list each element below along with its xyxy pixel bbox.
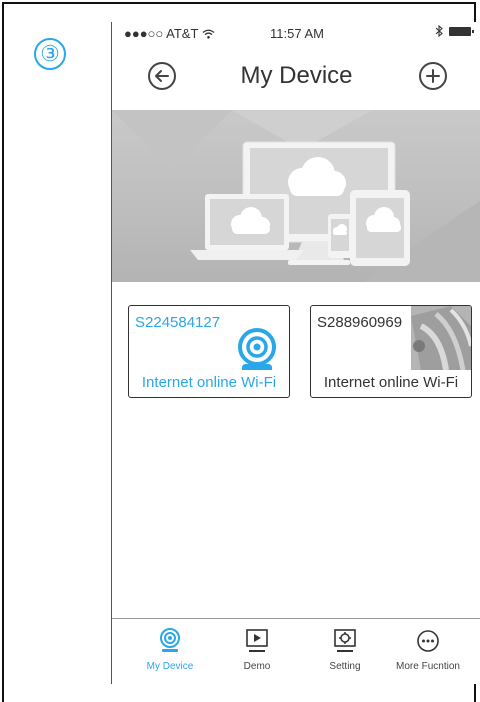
status-bar-left: ●●●○○ AT&T xyxy=(124,26,215,41)
tab-label: More Fucntion xyxy=(396,661,460,672)
tab-bar: My Device Demo Setting More Fucntion xyxy=(112,618,480,684)
camera-icon xyxy=(238,328,276,370)
tab-more-function[interactable]: More Fucntion xyxy=(383,627,473,672)
add-device-button[interactable] xyxy=(419,62,447,90)
cloud-devices-banner xyxy=(112,110,480,282)
device-status: Internet online Wi-Fi xyxy=(323,374,459,391)
tab-label: Demo xyxy=(243,661,271,672)
tab-label: My Device xyxy=(146,661,194,672)
cloud-devices-illustration xyxy=(112,110,480,282)
device-card[interactable]: S288960969 Internet online Wi-Fi xyxy=(310,305,472,398)
tab-setting[interactable]: Setting xyxy=(300,627,390,672)
tab-label: Setting xyxy=(329,661,361,672)
device-id: S288960969 xyxy=(317,314,403,331)
bluetooth-icon xyxy=(435,25,443,37)
more-icon xyxy=(417,630,439,652)
plus-icon xyxy=(426,69,440,83)
status-time: 11:57 AM xyxy=(270,26,324,41)
status-bar-right xyxy=(435,25,474,37)
wifi-icon xyxy=(203,29,215,39)
nav-bar: My Device xyxy=(112,52,480,104)
status-bar: ●●●○○ AT&T 11:57 AM xyxy=(112,22,480,44)
gear-icon xyxy=(334,629,356,652)
device-id: S224584127 xyxy=(135,314,221,331)
carrier-label: ●●●○○ AT&T xyxy=(124,26,199,41)
device-card[interactable]: S224584127 Internet online Wi-Fi xyxy=(128,305,290,398)
camera-snapshot-thumbnail xyxy=(411,306,471,370)
play-icon xyxy=(246,629,268,652)
camera-icon xyxy=(160,628,180,652)
tab-demo[interactable]: Demo xyxy=(212,627,302,672)
step-number-badge: ③ xyxy=(34,38,66,70)
device-status: Internet online Wi-Fi xyxy=(141,374,277,391)
phone-screen: ●●●○○ AT&T 11:57 AM My Device S224584127… xyxy=(111,22,480,684)
battery-icon xyxy=(449,26,474,36)
tab-my-device[interactable]: My Device xyxy=(125,627,215,672)
